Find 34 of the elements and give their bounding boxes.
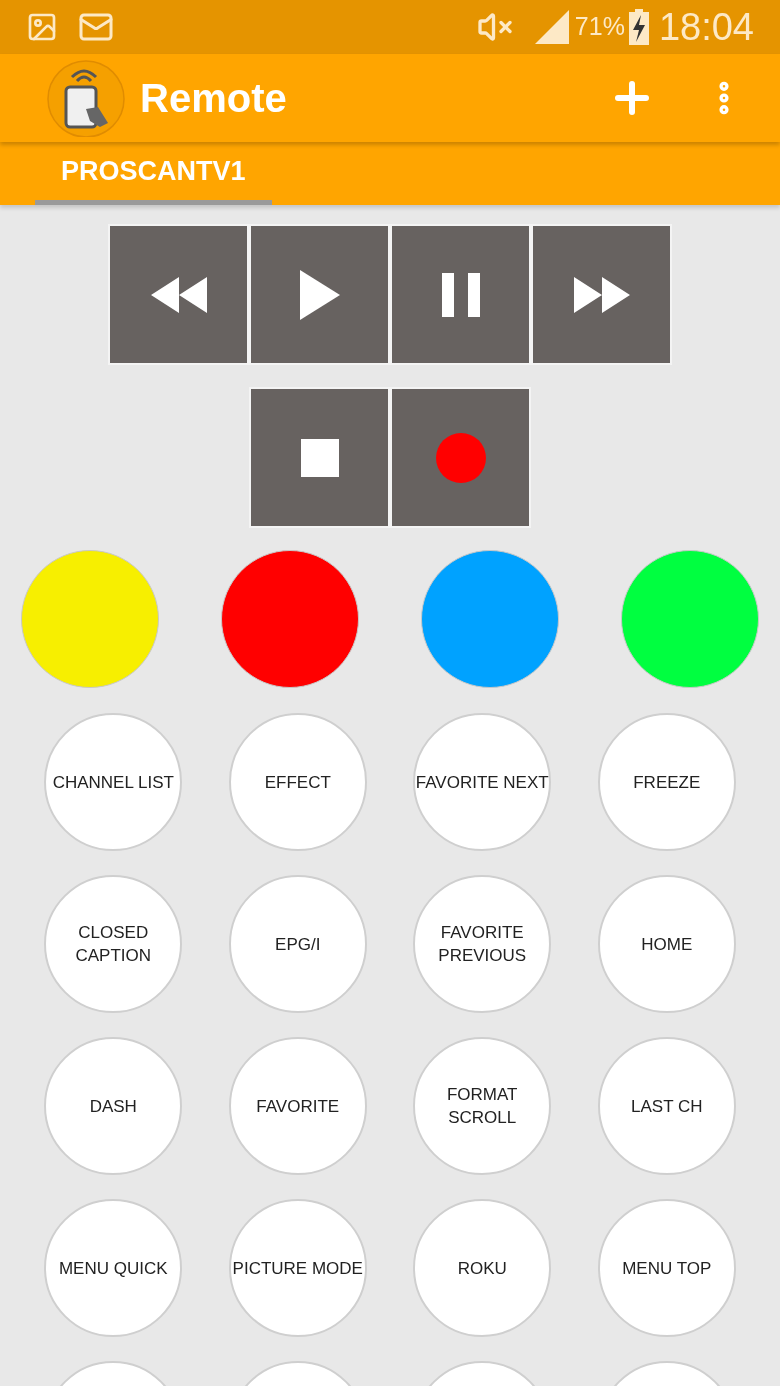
- function-button[interactable]: FORMAT SCROLL: [413, 1037, 552, 1175]
- function-button[interactable]: DASH: [44, 1037, 183, 1175]
- function-button[interactable]: EFFECT: [228, 713, 367, 851]
- function-button[interactable]: FAVORITE NEXT: [413, 713, 552, 851]
- pause-icon: [441, 272, 480, 317]
- signal-icon: [534, 10, 569, 44]
- function-button[interactable]: ROKU: [413, 1199, 552, 1337]
- clock: 18:04: [658, 4, 754, 50]
- function-button[interactable]: FAVORITE PREVIOUS: [413, 875, 552, 1013]
- stop-icon: [300, 438, 339, 477]
- media-button[interactable]: [251, 226, 388, 363]
- record-icon: [435, 432, 486, 483]
- play-icon: [299, 269, 340, 320]
- app-title: Remote: [140, 75, 287, 122]
- media-button[interactable]: [110, 226, 247, 363]
- function-button[interactable]: CHANNEL LIST: [44, 713, 183, 851]
- battery-percentage: 71%: [574, 11, 625, 43]
- function-button[interactable]: EPG/I: [228, 875, 367, 1013]
- media-button[interactable]: [392, 226, 529, 363]
- rewind-icon: [150, 276, 207, 313]
- function-button[interactable]: MENU QUICK: [44, 1199, 183, 1337]
- function-button[interactable]: PICTURE MODE: [228, 1199, 367, 1337]
- media-button[interactable]: [251, 389, 388, 526]
- function-button[interactable]: MENU TOP: [597, 1199, 736, 1337]
- app-logo-icon: [46, 59, 126, 137]
- function-button[interactable]: CLOSED CAPTION: [44, 875, 183, 1013]
- function-button[interactable]: FAVORITE: [228, 1037, 367, 1175]
- battery-charging-icon: [628, 9, 649, 45]
- fast-forward-icon: [573, 276, 630, 313]
- picture-icon: [26, 11, 58, 43]
- media-button[interactable]: [533, 226, 670, 363]
- function-button[interactable]: LAST CH: [597, 1037, 736, 1175]
- function-button[interactable]: FREEZE: [597, 713, 736, 851]
- function-button[interactable]: HOME: [597, 875, 736, 1013]
